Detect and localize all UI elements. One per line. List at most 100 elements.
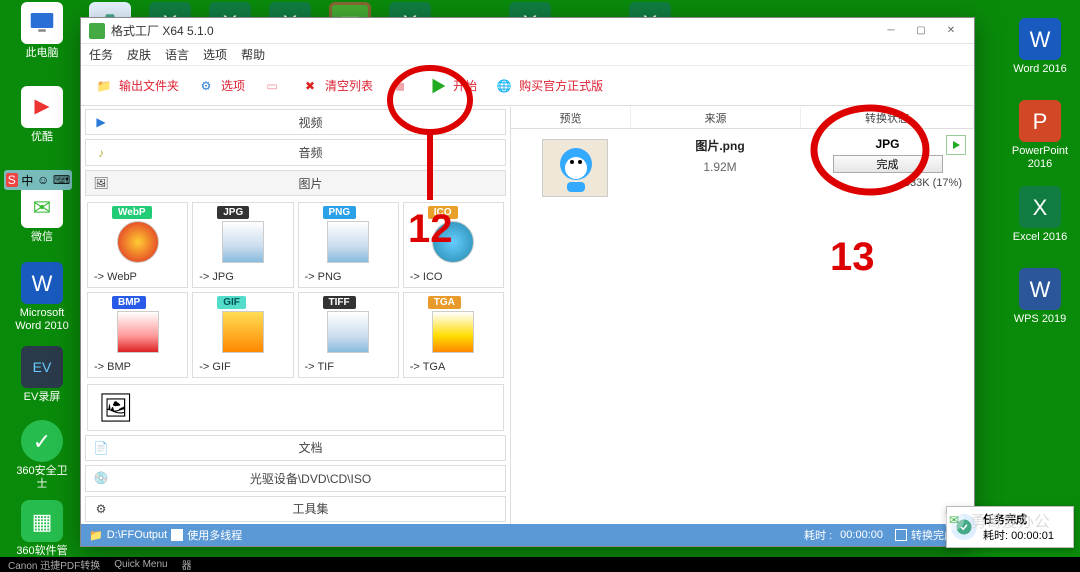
video-icon: ▶ <box>86 115 116 129</box>
file-row[interactable]: 图片.png 1.92M JPG 完成 333K (17%) <box>511 129 974 207</box>
category-video[interactable]: ▶视频 <box>85 109 506 135</box>
tile-tga[interactable]: TGA-> TGA <box>403 292 504 378</box>
taskbar-item[interactable]: Canon 迅捷PDF转换 <box>8 557 100 572</box>
header-preview[interactable]: 预览 <box>511 107 631 128</box>
desktop-icon-label: 此电脑 <box>26 47 59 60</box>
menu-task[interactable]: 任务 <box>89 46 113 63</box>
ime-bar[interactable]: S 中 ☺ ⌨ <box>4 170 72 190</box>
desktop-icon-ppt2016[interactable]: PPowerPoint 2016 <box>1010 100 1070 171</box>
stack-icon: 🖼 <box>98 391 134 424</box>
desktop-icon-label: PowerPoint 2016 <box>1010 145 1070 171</box>
desktop-icon-word2016[interactable]: WWord 2016 <box>1010 18 1070 76</box>
category-audio[interactable]: ♪音频 <box>85 139 506 165</box>
tile-png[interactable]: PNG-> PNG <box>298 202 399 288</box>
formatfactory-window: 格式工厂 X64 5.1.0 ─ ▢ ✕ 任务 皮肤 语言 选项 帮助 📁输出文… <box>80 17 975 547</box>
tile-ico[interactable]: ICO-> ICO <box>403 202 504 288</box>
left-pane: ▶视频 ♪音频 🖼图片 WebP-> WebP JPG-> JPG PNG-> … <box>81 107 511 524</box>
filesize: 1.92M <box>635 160 805 174</box>
format-tiles: WebP-> WebP JPG-> JPG PNG-> PNG ICO-> IC… <box>81 198 510 382</box>
multithread-checkbox[interactable] <box>171 529 183 541</box>
desktop-icon-wps2019[interactable]: WWPS 2019 <box>1010 268 1070 326</box>
audio-icon: ♪ <box>86 146 116 160</box>
thumb-icon <box>432 311 474 353</box>
menu-lang[interactable]: 语言 <box>165 46 189 63</box>
menu-skin[interactable]: 皮肤 <box>127 46 151 63</box>
output-path[interactable]: D:\FFOutput <box>107 529 168 541</box>
tile-webp[interactable]: WebP-> WebP <box>87 202 188 288</box>
desktop-icon-label: WPS 2019 <box>1014 313 1067 326</box>
wechat-icon: ✉ <box>944 510 964 530</box>
play-result-button[interactable] <box>946 135 966 155</box>
thumb-icon <box>117 221 159 263</box>
buy-button[interactable]: 🌐购买官方正式版 <box>489 75 607 97</box>
tile-gif[interactable]: GIF-> GIF <box>192 292 293 378</box>
desktop-icon-label: 微信 <box>31 231 53 244</box>
statusbar: 📁 D:\FFOutput 使用多线程 耗时 : 00:00:00 转换完成后 <box>81 524 974 546</box>
tile-bmp[interactable]: BMP-> BMP <box>87 292 188 378</box>
desktop-icon-label: EV录屏 <box>24 391 61 404</box>
gear-icon: ⚙ <box>195 75 217 97</box>
status-done-button[interactable]: 完成 <box>833 155 943 173</box>
tools-icon: ⚙ <box>86 502 116 516</box>
elapsed-label: 耗时 : <box>804 527 832 543</box>
taskbar-item[interactable]: Quick Menu <box>114 559 167 570</box>
remove-icon: ▭ <box>261 75 283 97</box>
thumb-icon <box>327 311 369 353</box>
taskbar[interactable]: Canon 迅捷PDF转换 Quick Menu 器 <box>0 557 1080 572</box>
menubar: 任务 皮肤 语言 选项 帮助 <box>81 44 974 66</box>
category-picture[interactable]: 🖼图片 <box>85 170 506 196</box>
category-tools[interactable]: ⚙工具集 <box>85 496 506 522</box>
watermark: ✉ 勇哥爱办公 <box>944 508 1050 532</box>
ime-mode[interactable]: 中 <box>21 172 33 189</box>
elapsed-value: 00:00:00 <box>840 529 883 541</box>
close-button[interactable]: ✕ <box>936 21 966 41</box>
desktop-icon-youku[interactable]: 优酷 <box>12 86 72 144</box>
doc-icon: 📄 <box>86 441 116 455</box>
desktop-icon-word2010[interactable]: WMicrosoft Word 2010 <box>12 262 72 333</box>
play-icon <box>427 75 449 97</box>
picture-icon: 🖼 <box>86 176 116 190</box>
right-pane: 预览 来源 转换状态 图片.png 1.92M JPG <box>511 107 974 524</box>
preview-cell <box>515 133 635 203</box>
titlebar[interactable]: 格式工厂 X64 5.1.0 ─ ▢ ✕ <box>81 18 974 44</box>
thumb-icon <box>117 311 159 353</box>
header-status[interactable]: 转换状态 <box>801 107 974 128</box>
folder-mini-icon[interactable]: 📁 <box>89 529 103 542</box>
category-disc[interactable]: 💿光驱设备\DVD\CD\ISO <box>85 465 506 491</box>
afterdone-checkbox[interactable] <box>895 529 907 541</box>
tile-more[interactable]: 🖼 <box>87 384 504 430</box>
desktop-icon-pc[interactable]: 此电脑 <box>12 2 72 60</box>
desktop-icon-excel2016[interactable]: XExcel 2016 <box>1010 186 1070 244</box>
desktop-icon-label: 360安全卫士 <box>12 465 72 491</box>
desktop-icon-360safe[interactable]: ✓360安全卫士 <box>12 420 72 491</box>
options-button[interactable]: ⚙选项 <box>191 75 249 97</box>
disc-icon: 💿 <box>86 471 116 485</box>
thumb-icon <box>432 221 474 263</box>
ime-kbd[interactable]: ⌨ <box>53 173 70 187</box>
clear-list-button[interactable]: ✖清空列表 <box>295 75 377 97</box>
desktop-icon-label: Microsoft Word 2010 <box>12 307 72 333</box>
tile-tif[interactable]: TIFF-> TIF <box>298 292 399 378</box>
app-icon <box>89 23 105 39</box>
header-source[interactable]: 来源 <box>631 107 801 128</box>
start-button[interactable]: 开始 <box>423 75 481 97</box>
output-folder-button[interactable]: 📁输出文件夹 <box>89 75 183 97</box>
thumb-icon <box>222 221 264 263</box>
desktop-icon-ev[interactable]: EVEV录屏 <box>12 346 72 404</box>
tile-jpg[interactable]: JPG-> JPG <box>192 202 293 288</box>
menu-options[interactable]: 选项 <box>203 46 227 63</box>
window-title: 格式工厂 X64 5.1.0 <box>111 22 214 39</box>
status-cell: JPG 完成 333K (17%) <box>805 133 970 189</box>
stop-button[interactable]: ◼ <box>385 75 415 97</box>
remove-button[interactable]: ▭ <box>257 75 287 97</box>
ime-emoji[interactable]: ☺ <box>37 173 49 187</box>
stop-icon: ◼ <box>389 75 411 97</box>
maximize-button[interactable]: ▢ <box>906 21 936 41</box>
minimize-button[interactable]: ─ <box>876 21 906 41</box>
desktop-icon-wechat[interactable]: ✉微信 <box>12 186 72 244</box>
taskbar-item[interactable]: 器 <box>182 557 192 572</box>
category-document[interactable]: 📄文档 <box>85 435 506 461</box>
desktop-icon-label: 优酷 <box>31 131 53 144</box>
menu-help[interactable]: 帮助 <box>241 46 265 63</box>
list-header: 预览 来源 转换状态 <box>511 107 974 129</box>
